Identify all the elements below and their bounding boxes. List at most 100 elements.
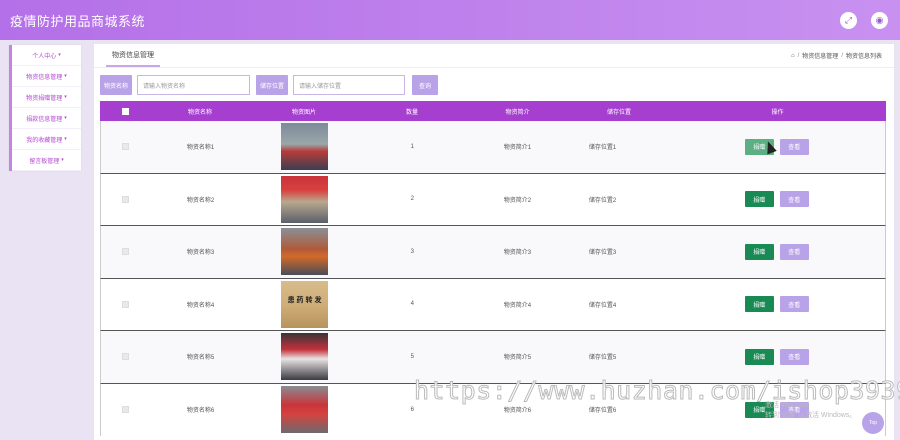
home-icon[interactable]: ⌂ [791, 53, 795, 59]
row-image-cell [251, 386, 359, 434]
location-search-label: 储存位置 [256, 75, 289, 95]
sidebar-item-favorites[interactable]: 我的收藏管理 ▾ [12, 129, 81, 150]
material-image[interactable] [281, 333, 329, 381]
row-ops: 捐赠 查看 [669, 138, 885, 155]
watermark: https://www.huzhan.com/ishop39397 [413, 376, 900, 406]
row-quantity: 3 [410, 248, 414, 255]
table-header: 物资名称 物资图片 数量 物资简介 储存位置 操作 [100, 101, 886, 121]
row-check-cell [101, 353, 151, 361]
view-button[interactable]: 查看 [779, 348, 809, 365]
row-checkbox[interactable] [122, 353, 130, 361]
table-row: 物资名称4 患 药 转 发 4 物资简介4 储存位置4 捐赠 查看 [100, 278, 886, 331]
donate-button[interactable]: 捐赠 [744, 348, 774, 365]
location-search-input[interactable]: 请输入储存位置 [293, 75, 406, 95]
top-bar: 疫情防护用品商城系统 ⤢ ◉ [0, 0, 900, 40]
material-image[interactable] [281, 386, 329, 434]
select-all-cell [100, 107, 150, 115]
sidebar-item-label: 物资捐赠管理 [26, 95, 63, 102]
header-location: 储存位置 [606, 109, 631, 116]
row-intro: 物资简介4 [503, 302, 532, 309]
row-checkbox[interactable] [122, 143, 130, 151]
breadcrumb: ⌂ / 物资信息管理 / 物资信息列表 [791, 51, 882, 61]
sidebar-item-label: 个人中心 [32, 53, 57, 60]
breadcrumb-level2: 物资信息列表 [845, 54, 882, 60]
row-checkbox[interactable] [122, 195, 130, 203]
app-title: 疫情防护用品商城系统 [10, 13, 146, 29]
header-intro: 物资简介 [505, 109, 530, 116]
sidebar-item-material-info[interactable]: 物资信息管理 ▾ [12, 66, 81, 87]
material-image[interactable] [281, 228, 329, 276]
chevron-down-icon: ▾ [64, 115, 67, 121]
row-image-cell: 患 药 转 发 [251, 280, 359, 328]
donate-button[interactable]: 捐赠 [744, 296, 774, 313]
row-quantity: 2 [410, 196, 414, 203]
breadcrumb-separator: / [841, 52, 843, 59]
breadcrumb-separator: / [797, 52, 800, 59]
row-intro: 物资简介1 [503, 145, 532, 152]
user-icon[interactable]: ◉ [871, 11, 888, 29]
material-image[interactable]: 患 药 转 发 [281, 280, 329, 328]
view-button[interactable]: 查看 [779, 191, 809, 208]
view-button[interactable]: 查看 [779, 138, 809, 155]
sidebar-item-messages[interactable]: 留言板管理 ▾ [12, 150, 81, 171]
row-image-cell [251, 123, 359, 171]
row-ops: 捐赠 查看 [669, 191, 885, 208]
row-check-cell [101, 300, 151, 308]
row-intro: 物资简介6 [503, 408, 532, 415]
top-icons: ⤢ ◉ [840, 11, 888, 29]
donate-button[interactable]: 捐赠 [744, 191, 774, 208]
sidebar-item-label: 我的收藏管理 [26, 137, 63, 144]
row-location: 储存位置5 [588, 355, 617, 362]
fullscreen-icon[interactable]: ⤢ [840, 11, 857, 29]
header-name: 物资名称 [187, 109, 212, 116]
row-quantity: 6 [410, 406, 414, 413]
row-name: 物资名称2 [186, 197, 215, 204]
chevron-down-icon: ▾ [61, 157, 64, 163]
row-intro: 物资简介2 [503, 197, 532, 204]
chevron-down-icon: ▾ [64, 73, 67, 79]
donate-button[interactable]: 捐赠 [744, 243, 774, 260]
view-button[interactable]: 查看 [779, 243, 809, 260]
chevron-down-icon: ▾ [58, 52, 61, 58]
row-checkbox[interactable] [122, 406, 130, 414]
name-search-label: 物资名称 [100, 75, 133, 95]
sidebar-item-label: 物资信息管理 [26, 74, 63, 81]
row-quantity: 1 [410, 143, 414, 150]
search-bar: 物资名称 请输入物资名称 储存位置 请输入储存位置 查询 [100, 75, 439, 95]
row-location: 储存位置3 [588, 250, 617, 257]
windows-activation-hint: 转到"设置"以激活 Windows。 [765, 412, 857, 419]
row-name: 物资名称6 [186, 408, 215, 415]
row-checkbox[interactable] [122, 300, 130, 308]
row-ops: 捐赠 查看 [669, 243, 885, 260]
back-to-top-button[interactable]: Top [862, 412, 884, 434]
search-button[interactable]: 查询 [412, 75, 439, 95]
row-checkbox[interactable] [122, 248, 130, 256]
row-name: 物资名称5 [186, 355, 215, 362]
row-name: 物资名称1 [186, 145, 215, 152]
table-row: 物资名称3 3 物资简介3 储存位置3 捐赠 查看 [100, 226, 886, 279]
sidebar-item-label: 留言板管理 [29, 158, 60, 165]
header-image: 物资图片 [291, 109, 316, 116]
sidebar-item-money-donation[interactable]: 捐款信息管理 ▾ [12, 108, 81, 129]
tab-bar: 物资信息管理 ⌂ / 物资信息管理 / 物资信息列表 [94, 44, 894, 68]
sidebar-item-donation[interactable]: 物资捐赠管理 ▾ [12, 87, 81, 108]
row-location: 储存位置2 [588, 197, 617, 204]
table-row: 物资名称2 2 物资简介2 储存位置2 捐赠 查看 [100, 173, 886, 226]
tab-material-info[interactable]: 物资信息管理 [106, 45, 160, 67]
material-image[interactable] [281, 175, 329, 223]
name-search-input[interactable]: 请输入物资名称 [137, 75, 251, 95]
row-name: 物资名称4 [186, 302, 215, 309]
row-check-cell [101, 406, 151, 414]
row-check-cell [101, 248, 151, 256]
view-button[interactable]: 查看 [779, 296, 809, 313]
row-image-cell [251, 333, 359, 381]
row-location: 储存位置1 [588, 145, 617, 152]
sidebar-item-personal-center[interactable]: 个人中心 ▾ [12, 45, 81, 66]
row-location: 储存位置6 [588, 408, 617, 415]
row-quantity: 4 [410, 301, 414, 308]
select-all-checkbox[interactable] [121, 107, 129, 115]
material-image[interactable] [281, 123, 329, 171]
breadcrumb-level1[interactable]: 物资信息管理 [802, 51, 838, 60]
row-ops: 捐赠 查看 [669, 296, 885, 313]
windows-activation-title: 激活 Windows [765, 402, 810, 409]
